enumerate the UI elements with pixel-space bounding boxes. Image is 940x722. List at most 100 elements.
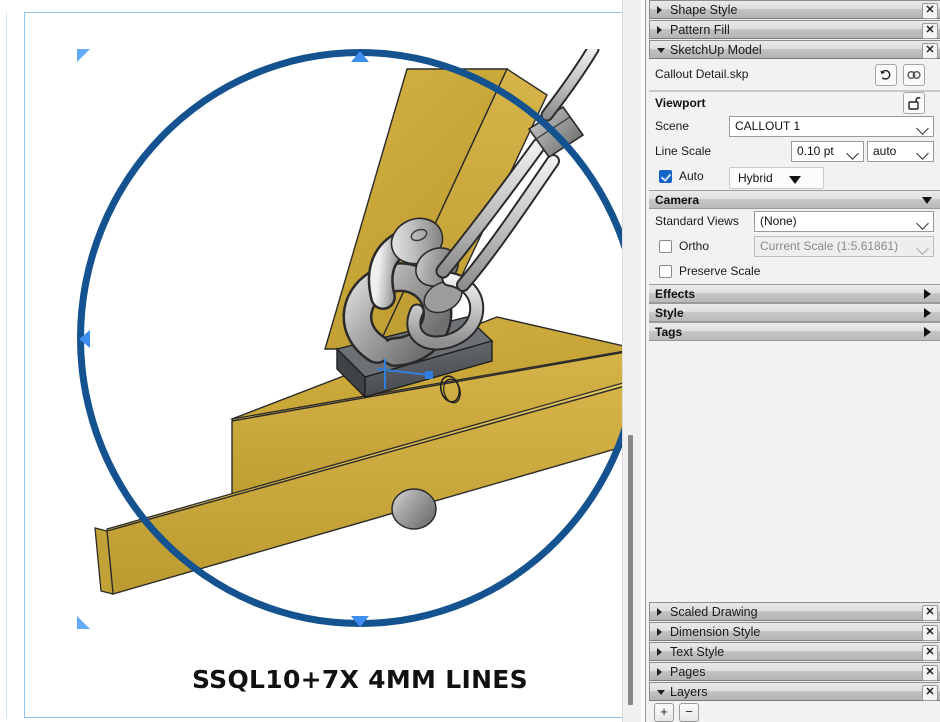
- chevron-down-icon: [657, 47, 665, 53]
- selection-handle-top-left[interactable]: [77, 49, 90, 62]
- render-mode-value: Hybrid: [738, 171, 773, 185]
- group-header-style[interactable]: Style: [649, 303, 940, 322]
- chevron-right-icon: [657, 627, 662, 636]
- chevron-down-icon: [916, 147, 929, 160]
- section-title-text-style: Text Style: [670, 645, 725, 659]
- chevron-right-icon: [657, 25, 662, 34]
- selection-handle-bottom-left[interactable]: [77, 616, 90, 629]
- chevron-right-icon: [657, 647, 662, 656]
- standard-views-label: Standard Views: [655, 214, 739, 228]
- group-title-effects: Effects: [655, 287, 696, 301]
- current-scale-dropdown: Current Scale (1:5.61861): [754, 236, 934, 257]
- chevron-right-icon: [924, 307, 931, 318]
- section-title-sketchup-model: SketchUp Model: [670, 43, 762, 57]
- line-scale-row: Line Scale 0.10 pt auto: [649, 139, 940, 164]
- link-icon[interactable]: [903, 64, 925, 86]
- section-header-text-style[interactable]: Text Style ✕: [649, 642, 940, 661]
- link-glyph: [907, 70, 921, 79]
- section-title-pages: Pages: [670, 665, 706, 679]
- section-title-scaled-drawing: Scaled Drawing: [670, 605, 758, 619]
- chevron-down-icon: [922, 196, 932, 204]
- line-scale-dropdown[interactable]: 0.10 pt: [791, 141, 864, 162]
- line-scale-label: Line Scale: [655, 144, 712, 158]
- close-icon-scaled-drawing[interactable]: ✕: [922, 605, 938, 621]
- preserve-scale-row: Preserve Scale: [649, 259, 940, 284]
- auto-checkbox[interactable]: [659, 170, 672, 183]
- standard-views-value: (None): [760, 214, 797, 228]
- group-title-tags: Tags: [655, 325, 683, 339]
- group-header-camera[interactable]: Camera: [649, 190, 940, 209]
- close-icon-layers[interactable]: ✕: [922, 685, 938, 701]
- standard-views-dropdown[interactable]: (None): [754, 211, 934, 232]
- chevron-down-icon: [846, 147, 859, 160]
- scene-row: Scene CALLOUT 1: [649, 114, 940, 139]
- close-icon-text-style[interactable]: ✕: [922, 645, 938, 661]
- refresh-icon[interactable]: [875, 64, 897, 86]
- chevron-right-icon: [657, 667, 662, 676]
- close-icon-pattern-fill[interactable]: ✕: [922, 23, 938, 39]
- add-layer-button[interactable]: +: [654, 703, 674, 722]
- section-title-layers: Layers: [670, 685, 708, 699]
- ortho-row: Ortho Current Scale (1:5.61861): [649, 234, 940, 259]
- layout-app-window: SSQL10+7X 4MM LINES Shape Style ✕ Patter…: [0, 0, 940, 722]
- chevron-down-icon: [789, 176, 801, 184]
- line-scale-units-dropdown[interactable]: auto: [867, 141, 934, 162]
- chevron-down-icon: [657, 689, 665, 695]
- auto-render-row: Auto Hybrid: [649, 164, 940, 190]
- subsection-title-viewport: Viewport: [655, 96, 706, 110]
- group-title-style: Style: [655, 306, 684, 320]
- scene-dropdown-value: CALLOUT 1: [735, 119, 801, 133]
- ortho-checkbox[interactable]: [659, 240, 672, 253]
- document-canvas[interactable]: SSQL10+7X 4MM LINES: [0, 0, 622, 722]
- chevron-down-icon: [916, 217, 929, 230]
- scene-dropdown[interactable]: CALLOUT 1: [729, 116, 934, 137]
- selection-handle-top-center[interactable]: [350, 51, 369, 62]
- unlock-icon[interactable]: [903, 92, 925, 114]
- section-header-pages[interactable]: Pages ✕: [649, 662, 940, 681]
- preserve-scale-checkbox[interactable]: [659, 265, 672, 278]
- group-title-camera: Camera: [655, 193, 700, 207]
- remove-layer-button[interactable]: −: [679, 703, 699, 722]
- document-page[interactable]: SSQL10+7X 4MM LINES: [24, 12, 622, 718]
- page-margin-guide: [6, 12, 7, 718]
- close-icon-sketchup-model[interactable]: ✕: [922, 43, 938, 59]
- preserve-scale-label: Preserve Scale: [679, 264, 761, 278]
- standard-views-row: Standard Views (None): [649, 209, 940, 234]
- section-header-shape-style[interactable]: Shape Style ✕: [649, 0, 940, 19]
- section-header-scaled-drawing[interactable]: Scaled Drawing ✕: [649, 602, 940, 621]
- scene-label: Scene: [655, 119, 690, 133]
- section-title-shape-style: Shape Style: [670, 3, 738, 17]
- document-vertical-scrollbar[interactable]: [622, 0, 641, 722]
- section-header-pattern-fill[interactable]: Pattern Fill ✕: [649, 20, 940, 39]
- unlock-glyph: [908, 97, 921, 110]
- close-icon-shape-style[interactable]: ✕: [922, 3, 938, 19]
- section-header-sketchup-model[interactable]: SketchUp Model ✕: [649, 40, 940, 59]
- auto-label: Auto: [679, 169, 704, 183]
- model-file-row: Callout Detail.skp: [649, 60, 940, 91]
- chevron-right-icon: [924, 288, 931, 299]
- section-header-layers[interactable]: Layers ✕: [649, 682, 940, 701]
- close-icon-pages[interactable]: ✕: [922, 665, 938, 681]
- chevron-down-icon: [916, 122, 929, 135]
- render-mode-dropdown[interactable]: Hybrid: [729, 167, 824, 189]
- chevron-right-icon: [924, 326, 931, 337]
- selection-handle-bottom-center[interactable]: [350, 616, 369, 627]
- group-header-effects[interactable]: Effects: [649, 284, 940, 303]
- callout-circle: [77, 49, 622, 627]
- chevron-right-icon: [657, 5, 662, 14]
- model-file-name: Callout Detail.skp: [655, 67, 749, 81]
- inspector-panel: Shape Style ✕ Pattern Fill ✕ SketchUp Mo…: [645, 0, 940, 722]
- chevron-down-icon: [916, 242, 929, 255]
- selection-handle-left-center[interactable]: [79, 330, 90, 348]
- selected-viewport[interactable]: [77, 49, 622, 629]
- refresh-glyph: [880, 69, 891, 80]
- inspector-bottom-stack: Scaled Drawing ✕ Dimension Style ✕ Text …: [649, 602, 940, 722]
- scrollbar-thumb[interactable]: [628, 435, 633, 705]
- line-scale-units-value: auto: [873, 144, 897, 158]
- drawing-caption[interactable]: SSQL10+7X 4MM LINES: [77, 665, 622, 694]
- close-icon-dimension-style[interactable]: ✕: [922, 625, 938, 641]
- layers-toolbar: + −: [649, 702, 940, 722]
- subsection-viewport: Viewport: [649, 91, 940, 114]
- group-header-tags[interactable]: Tags: [649, 322, 940, 341]
- section-header-dimension-style[interactable]: Dimension Style ✕: [649, 622, 940, 641]
